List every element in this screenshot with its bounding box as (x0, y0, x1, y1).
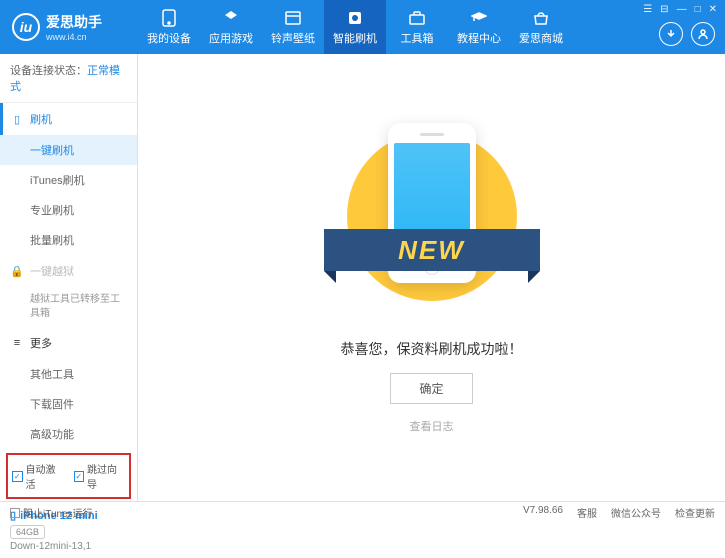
tab-label: 教程中心 (457, 30, 501, 46)
checkbox-icon (10, 508, 20, 518)
tab-store[interactable]: 爱思商城 (510, 0, 572, 54)
store-icon (532, 9, 550, 27)
tutorial-icon (470, 9, 488, 27)
wechat-link[interactable]: 微信公众号 (611, 505, 661, 520)
section-label: 一键越狱 (30, 263, 74, 279)
sidebar-item-oneclick-flash[interactable]: 一键刷机 (0, 135, 137, 165)
connection-status: 设备连接状态：正常模式 (0, 54, 137, 103)
app-title: 爱思助手 (46, 12, 102, 32)
sidebar: 设备连接状态：正常模式 ▯ 刷机 一键刷机 iTunes刷机 专业刷机 批量刷机… (0, 54, 138, 501)
sidebar-item-other-tools[interactable]: 其他工具 (0, 359, 137, 389)
jailbreak-note: 越狱工具已转移至工具箱 (0, 287, 137, 327)
section-label: 更多 (30, 335, 52, 351)
flash-icon (346, 9, 364, 27)
apps-icon (222, 9, 240, 27)
maximize-icon[interactable]: □ (695, 4, 701, 15)
menu-icon[interactable]: ☰ (643, 4, 652, 15)
tab-label: 我的设备 (147, 30, 191, 46)
tab-toolbox[interactable]: 工具箱 (386, 0, 448, 54)
wallpaper-icon (284, 9, 302, 27)
checkbox-label: 阻止iTunes运行 (23, 505, 93, 520)
tab-ringtones[interactable]: 铃声壁纸 (262, 0, 324, 54)
version-label: V7.98.66 (523, 505, 563, 520)
window-controls: ☰ ⊟ — □ ✕ (643, 4, 717, 15)
sidebar-item-download-firmware[interactable]: 下载固件 (0, 389, 137, 419)
logo-area: iu 爱思助手 www.i4.cn (0, 12, 138, 42)
main-content: NEW 恭喜您，保资料刷机成功啦！ 确定 查看日志 (138, 54, 725, 501)
options-highlighted: ✓ 自动激活 ✓ 跳过向导 (6, 453, 131, 499)
ok-button[interactable]: 确定 (390, 373, 472, 404)
tab-label: 爱思商城 (519, 30, 563, 46)
user-button[interactable] (691, 22, 715, 46)
tab-label: 铃声壁纸 (271, 30, 315, 46)
app-url: www.i4.cn (46, 32, 102, 42)
sidebar-item-advanced[interactable]: 高级功能 (0, 419, 137, 449)
success-illustration: NEW (342, 121, 522, 321)
conn-label: 设备连接状态： (10, 65, 87, 77)
phone-icon: ▯ (10, 113, 24, 126)
menu-icon: ≡ (10, 337, 24, 349)
lock-icon: 🔒 (10, 265, 24, 278)
logo-icon: iu (12, 13, 40, 41)
ribbon-text: NEW (398, 235, 465, 266)
tab-label: 应用游戏 (209, 30, 253, 46)
support-link[interactable]: 客服 (577, 505, 597, 520)
tab-label: 工具箱 (401, 30, 434, 46)
device-storage: 64GB (10, 525, 45, 539)
pin-icon[interactable]: ⊟ (660, 4, 668, 15)
checkbox-auto-activate[interactable]: ✓ 自动激活 (12, 461, 64, 491)
tab-my-device[interactable]: 我的设备 (138, 0, 200, 54)
tab-tutorials[interactable]: 教程中心 (448, 0, 510, 54)
section-label: 刷机 (30, 111, 52, 127)
checkbox-icon: ✓ (74, 471, 85, 482)
sidebar-item-pro-flash[interactable]: 专业刷机 (0, 195, 137, 225)
sidebar-section-flash[interactable]: ▯ 刷机 (0, 103, 137, 135)
sidebar-section-more[interactable]: ≡ 更多 (0, 327, 137, 359)
view-log-link[interactable]: 查看日志 (410, 418, 454, 434)
device-info: Down-12mini-13,1 (10, 541, 127, 552)
sidebar-item-batch-flash[interactable]: 批量刷机 (0, 225, 137, 255)
checkbox-label: 跳过向导 (87, 461, 125, 491)
checkbox-block-itunes[interactable]: 阻止iTunes运行 (10, 505, 93, 520)
nav-tabs: 我的设备 应用游戏 铃声壁纸 智能刷机 工具箱 教程中心 爱思商城 (138, 0, 572, 54)
tab-label: 智能刷机 (333, 30, 377, 46)
minimize-icon[interactable]: — (677, 4, 687, 15)
checkbox-skip-setup[interactable]: ✓ 跳过向导 (74, 461, 126, 491)
checkbox-icon: ✓ (12, 471, 23, 482)
checkbox-label: 自动激活 (26, 461, 64, 491)
sidebar-item-itunes-flash[interactable]: iTunes刷机 (0, 165, 137, 195)
download-button[interactable] (659, 22, 683, 46)
sidebar-section-jailbreak: 🔒 一键越狱 (0, 255, 137, 287)
check-update-link[interactable]: 检查更新 (675, 505, 715, 520)
toolbox-icon (408, 9, 426, 27)
tab-apps-games[interactable]: 应用游戏 (200, 0, 262, 54)
success-message: 恭喜您，保资料刷机成功啦！ (341, 339, 523, 359)
close-icon[interactable]: ✕ (709, 4, 717, 15)
tab-smart-flash[interactable]: 智能刷机 (324, 0, 386, 54)
phone-icon (160, 9, 178, 27)
app-header: iu 爱思助手 www.i4.cn 我的设备 应用游戏 铃声壁纸 智能刷机 工具… (0, 0, 725, 54)
